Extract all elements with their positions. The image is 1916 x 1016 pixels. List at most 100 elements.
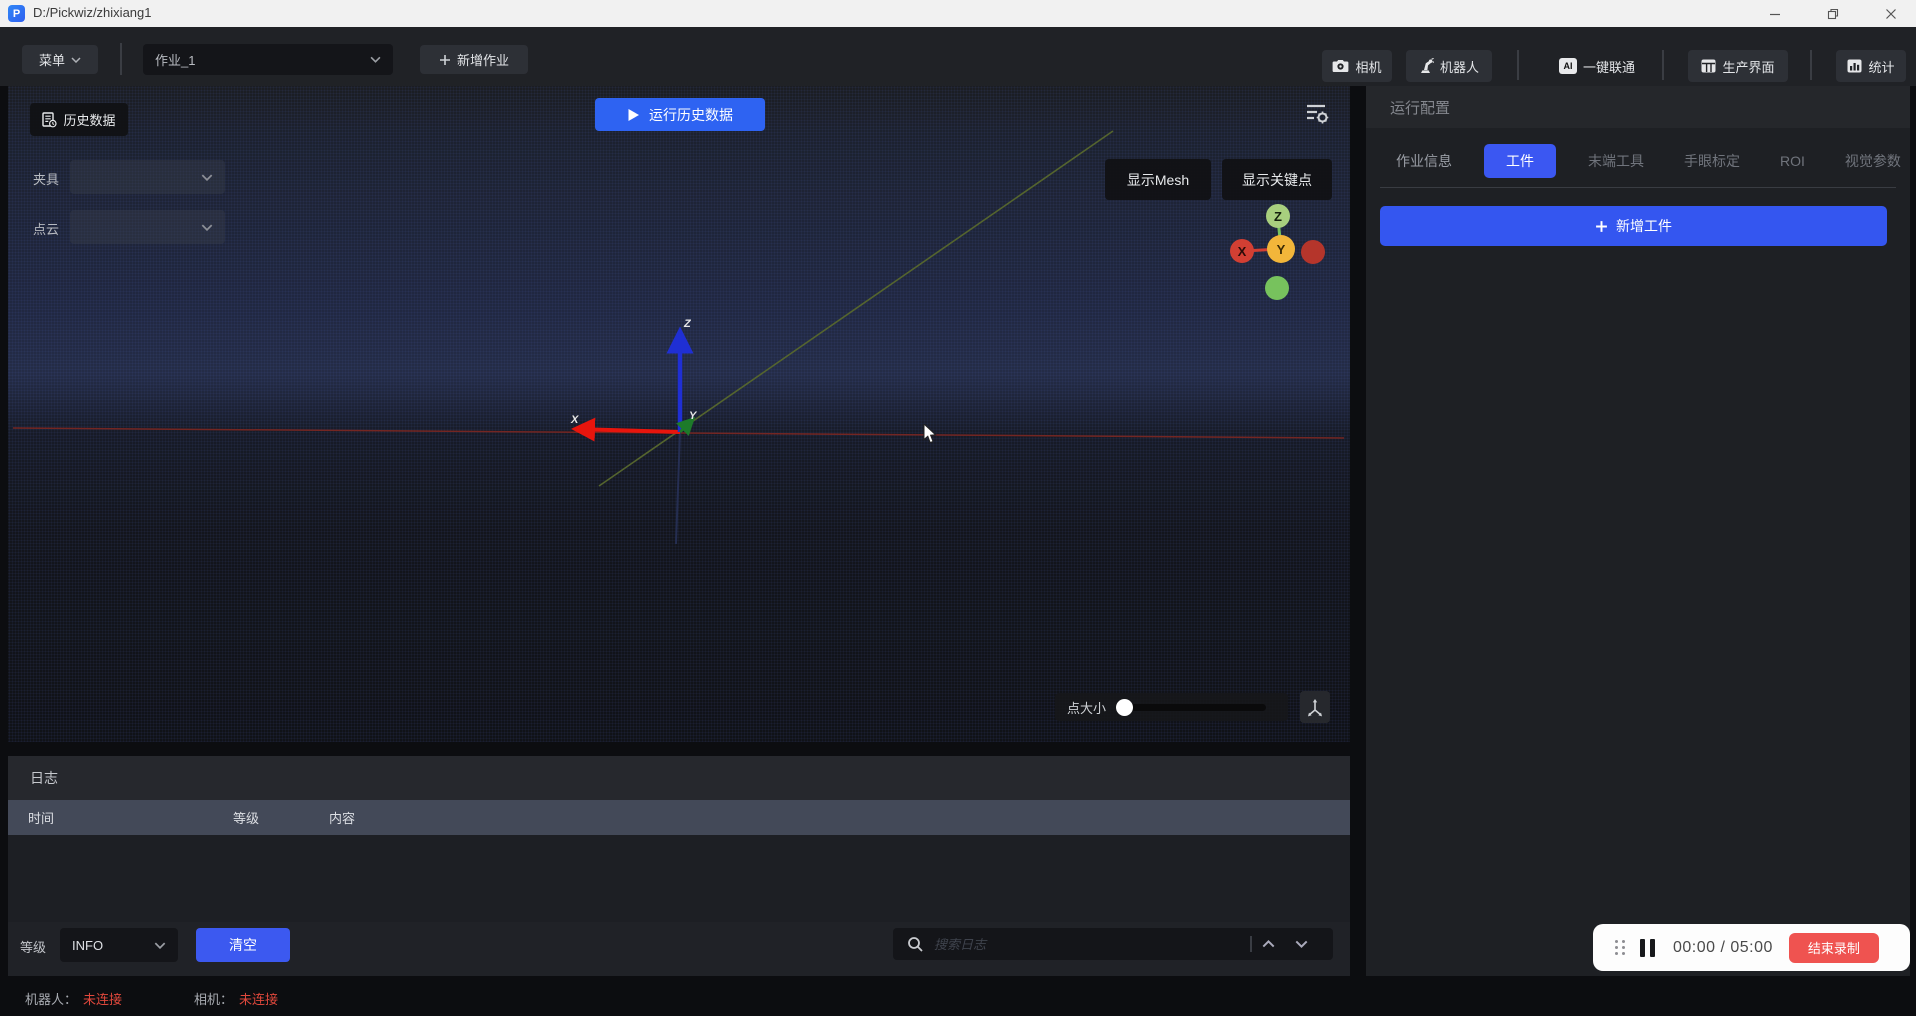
camera-label: 相机 — [1355, 57, 1381, 76]
recording-time: 00:00 / 05:00 — [1673, 939, 1773, 957]
minimize-button[interactable] — [1752, 0, 1798, 27]
chevron-down-icon — [201, 174, 213, 181]
tab-workpiece[interactable]: 工件 — [1484, 144, 1556, 178]
statistics-button[interactable]: 统计 — [1836, 50, 1906, 82]
tab-end-tool[interactable]: 末端工具 — [1580, 145, 1652, 177]
log-col-time: 时间 — [28, 808, 233, 827]
search-prev-button[interactable] — [1252, 929, 1285, 959]
show-keypoints-button[interactable]: 显示关键点 — [1222, 159, 1332, 200]
gizmo-y-handle[interactable]: Y — [1267, 235, 1295, 263]
app-window: P D:/Pickwiz/zhixiang1 菜单 作业_1 新增作业 — [0, 0, 1916, 1016]
plus-icon — [439, 54, 451, 66]
ai-icon: AI — [1559, 58, 1577, 74]
chevron-down-icon — [370, 56, 381, 63]
chevron-down-icon — [1295, 940, 1308, 948]
run-history-button[interactable]: 运行历史数据 — [595, 98, 765, 131]
robot-status-label: 机器人： — [25, 989, 77, 1008]
add-workpiece-button[interactable]: 新增工件 — [1380, 206, 1887, 246]
log-search-input[interactable] — [934, 937, 1204, 952]
add-workpiece-label: 新增工件 — [1616, 216, 1672, 236]
stop-recording-label: 结束录制 — [1808, 938, 1860, 957]
statistics-label: 统计 — [1868, 57, 1894, 76]
one-key-connect-button[interactable]: AI 一键联通 — [1545, 50, 1649, 82]
chevron-up-icon — [1262, 940, 1275, 948]
axis-z-label: Z — [684, 318, 691, 330]
add-job-button[interactable]: 新增作业 — [420, 45, 528, 74]
robot-label: 机器人 — [1440, 57, 1479, 76]
tab-roi[interactable]: ROI — [1772, 147, 1813, 175]
app-logo-icon: P — [8, 5, 25, 22]
maximize-button[interactable] — [1810, 0, 1856, 27]
pointcloud-select[interactable] — [70, 210, 225, 244]
gizmo-z-handle[interactable]: Z — [1266, 204, 1290, 228]
run-history-label: 运行历史数据 — [649, 105, 733, 125]
run-config-panel: 运行配置 作业信息 工件 末端工具 手眼标定 ROI 视觉参数 新增工件 — [1366, 86, 1910, 976]
pause-button[interactable] — [1640, 939, 1655, 957]
plus-icon — [1595, 220, 1608, 233]
tree-view-button[interactable] — [1300, 691, 1330, 723]
recording-bar[interactable]: 00:00 / 05:00 结束录制 — [1593, 924, 1910, 971]
production-ui-label: 生产界面 — [1722, 57, 1774, 76]
show-mesh-label: 显示Mesh — [1127, 170, 1189, 190]
log-title: 日志 — [30, 768, 58, 788]
run-config-header: 运行配置 — [1366, 86, 1910, 128]
history-data-button[interactable]: 历史数据 — [30, 103, 128, 136]
axes-tree-icon — [1305, 697, 1325, 717]
point-size-slider-knob[interactable] — [1116, 699, 1133, 716]
point-size-label: 点大小 — [1067, 698, 1106, 717]
gizmo-minus-z-handle[interactable] — [1265, 276, 1289, 300]
camera-icon — [1332, 59, 1349, 73]
camera-status-label: 相机： — [194, 989, 233, 1008]
log-table-header: 时间 等级 内容 — [8, 800, 1350, 835]
robot-status-value: 未连接 — [83, 989, 122, 1008]
list-settings-icon — [1302, 98, 1332, 128]
log-col-level: 等级 — [233, 808, 329, 827]
search-icon — [907, 936, 924, 953]
stop-recording-button[interactable]: 结束录制 — [1789, 933, 1879, 963]
job-select[interactable]: 作业_1 — [143, 44, 393, 75]
point-size-slider[interactable] — [1116, 704, 1266, 711]
gizmo-x-handle[interactable]: X — [1230, 239, 1254, 263]
gripper-label: 夹具 — [33, 169, 59, 188]
tab-vision-params[interactable]: 视觉参数 — [1837, 145, 1909, 177]
robot-button[interactable]: 机器人 — [1406, 50, 1492, 82]
log-clear-label: 清空 — [229, 935, 257, 955]
chevron-down-icon — [154, 942, 166, 949]
axis-y-label: Y — [689, 410, 696, 422]
log-search-box — [893, 928, 1333, 960]
drag-handle-icon[interactable] — [1615, 940, 1626, 955]
point-size-control: 点大小 — [1055, 693, 1288, 721]
menu-dropdown[interactable]: 菜单 — [22, 45, 98, 74]
log-controls: 等级 INFO 清空 — [8, 922, 1350, 976]
viewport-settings-button[interactable] — [1302, 98, 1332, 128]
gizmo-minus-x-handle[interactable] — [1301, 240, 1325, 264]
titlebar: P D:/Pickwiz/zhixiang1 — [0, 0, 1916, 27]
camera-button[interactable]: 相机 — [1322, 50, 1392, 82]
bar-chart-icon — [1847, 59, 1862, 73]
gripper-select[interactable] — [70, 160, 225, 194]
one-key-connect-label: 一键联通 — [1583, 57, 1635, 76]
history-data-label: 历史数据 — [63, 110, 115, 129]
toolbar-divider — [120, 43, 122, 75]
viewport-3d[interactable]: X Y Z Z X Y 历史数据 运行历史数据 — [8, 86, 1350, 742]
pointcloud-label: 点云 — [33, 219, 59, 238]
search-next-button[interactable] — [1285, 929, 1318, 959]
tab-job-info[interactable]: 作业信息 — [1388, 145, 1460, 177]
log-panel: 日志 时间 等级 内容 等级 INFO 清空 — [8, 756, 1350, 976]
show-mesh-button[interactable]: 显示Mesh — [1105, 159, 1211, 200]
log-level-select[interactable]: INFO — [60, 928, 178, 962]
chevron-down-icon — [201, 224, 213, 231]
camera-status-value: 未连接 — [239, 989, 278, 1008]
log-table-body[interactable] — [8, 835, 1350, 922]
job-select-value: 作业_1 — [155, 50, 370, 69]
log-level-value: INFO — [72, 938, 154, 953]
log-level-label: 等级 — [20, 937, 46, 956]
tab-hand-eye-calibration[interactable]: 手眼标定 — [1676, 145, 1748, 177]
tabs-divider — [1380, 187, 1896, 188]
log-clear-button[interactable]: 清空 — [196, 928, 290, 962]
menu-label: 菜单 — [39, 50, 65, 69]
close-button[interactable] — [1868, 0, 1914, 27]
toolbar-divider — [1810, 50, 1812, 80]
production-ui-button[interactable]: 生产界面 — [1688, 50, 1788, 82]
axis-x-label: X — [571, 414, 578, 426]
